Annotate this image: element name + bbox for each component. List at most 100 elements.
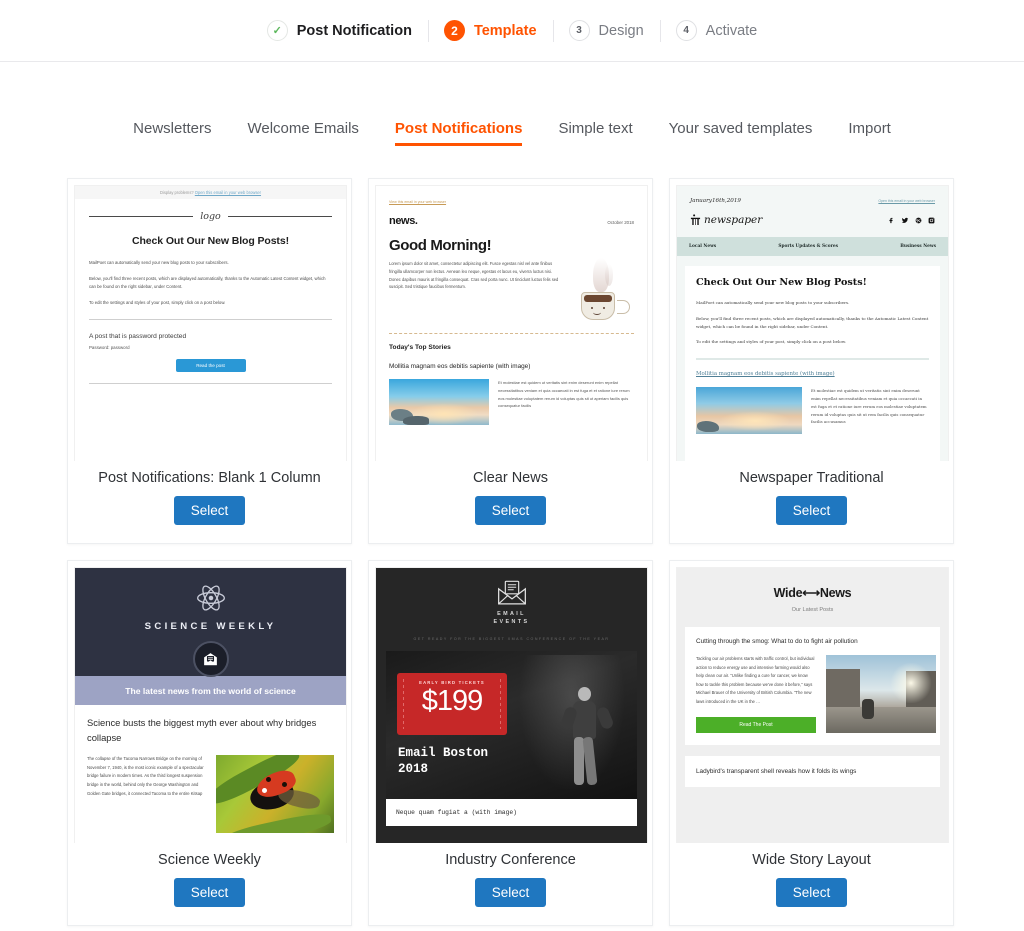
select-button-clear-news[interactable]: Select — [474, 496, 547, 525]
select-button-industry-conference[interactable]: Select — [474, 878, 547, 907]
preview-brand: SCIENCE WEEKLY — [144, 621, 277, 632]
template-card-footer: Science Weekly Select — [68, 843, 351, 925]
preview-post-title: A post that is password protected — [89, 332, 187, 340]
template-preview-newspaper-traditional: January16th,2019 Open this email in your… — [676, 185, 949, 461]
template-thumbnail-wrap[interactable]: January16th,2019 Open this email in your… — [670, 179, 953, 461]
preview-subtitle: Our Latest Posts — [791, 607, 834, 613]
nav-item-local-news[interactable]: Local News — [689, 244, 716, 249]
preview-paragraph-3: To edit the settings and styles of your … — [696, 339, 847, 345]
preview-divider — [89, 318, 332, 320]
preview-nav-bar: Local News Sports Updates & Scores Busin… — [677, 237, 948, 256]
preview-password-line: Password: password — [89, 344, 130, 350]
preview-section-title: Today's Top Stories — [389, 344, 451, 351]
template-grid: Display problems? Open this email in you… — [67, 178, 957, 926]
preview-logo-row: logo — [89, 211, 332, 222]
preview-story2-title: Ladybird's transparent shell reveals how… — [696, 768, 857, 775]
preview-tagline: GET READY FOR THE BIGGEST XMAS CONFERENC… — [413, 636, 610, 641]
wizard-step-post-notification[interactable]: ✓ Post Notification — [251, 20, 428, 41]
template-card-science-weekly[interactable]: SCIENCE WEEKLY The latest news from the … — [67, 560, 352, 926]
preview-divider — [696, 358, 929, 361]
wizard-steps: ✓ Post Notification 2 Template 3 Design … — [251, 20, 774, 41]
tab-welcome-emails[interactable]: Welcome Emails — [248, 120, 359, 146]
dribbble-icon[interactable] — [915, 217, 922, 224]
nav-item-business-news[interactable]: Business News — [900, 244, 936, 249]
template-thumbnail-wrap[interactable]: View this email in your web browser news… — [369, 179, 652, 461]
template-card-footer: Newspaper Traditional Select — [670, 461, 953, 543]
template-card-clear-news[interactable]: View this email in your web browser news… — [368, 178, 653, 544]
select-button-wide-story-layout[interactable]: Select — [775, 878, 848, 907]
tab-newsletters[interactable]: Newsletters — [133, 120, 211, 146]
preview-heading: Good Morning! — [389, 237, 492, 254]
preview-story1-body: Tackling our air problems starts with tr… — [696, 656, 815, 705]
browser-link[interactable]: View this email in your web browser — [389, 200, 634, 204]
template-preview-blank-1-column: Display problems? Open this email in you… — [74, 185, 347, 461]
preview-date: January16th,2019 — [690, 198, 741, 204]
preview-brand: Wide⟷News — [677, 585, 948, 600]
instagram-icon[interactable] — [928, 217, 935, 224]
template-title: Science Weekly — [158, 852, 261, 868]
facebook-icon[interactable] — [888, 217, 895, 224]
template-card-footer: Industry Conference Select — [369, 843, 652, 925]
preview-paragraph-3: To edit the settings and styles of your … — [89, 299, 226, 305]
brand-left: Wide — [773, 586, 803, 600]
preview-paragraph-2: Below, you'll find three recent posts, w… — [89, 275, 326, 289]
step-label-activate: Activate — [705, 22, 758, 39]
newsletter-badge-icon — [192, 641, 229, 677]
preview-read-post-button: Read the post — [175, 358, 246, 372]
template-card-footer: Wide Story Layout Select — [670, 843, 953, 925]
preview-story-link[interactable]: Mollitia magnam eos debitis sapiente (wi… — [696, 371, 929, 377]
template-card-industry-conference[interactable]: EMAIL EVENTS GET READY FOR THE BIGGEST X… — [368, 560, 653, 926]
select-button-newspaper-traditional[interactable]: Select — [775, 496, 848, 525]
preview-date: October 2018 — [607, 220, 634, 225]
preview-lead-text: Lorem ipsum dolor sit amet, consectetur … — [389, 261, 559, 290]
twitter-icon[interactable] — [901, 217, 909, 224]
select-button-blank-1-column[interactable]: Select — [173, 496, 246, 525]
preview-social-icons — [888, 217, 935, 224]
logo-text: logo — [200, 211, 221, 222]
speaker-silhouette — [559, 686, 615, 791]
nav-item-sports-updates[interactable]: Sports Updates & Scores — [778, 244, 838, 249]
browser-link[interactable]: Open this email in your web browser — [878, 199, 935, 203]
step-number-2: 2 — [443, 20, 465, 41]
brand-arrow-icon: ⟷ — [802, 586, 820, 600]
preview-caption: Neque quam fugiat a (with image) — [386, 798, 637, 826]
preview-story-image — [389, 379, 489, 425]
coffee-cup-illustration — [568, 258, 634, 324]
template-thumbnail-wrap[interactable]: Display problems? Open this email in you… — [68, 179, 351, 461]
template-card-newspaper-traditional[interactable]: January16th,2019 Open this email in your… — [669, 178, 954, 544]
early-bird-ticket: EARLY BIRD TICKETS $199 — [397, 672, 507, 735]
template-preview-clear-news: View this email in your web browser news… — [375, 185, 648, 461]
tab-post-notifications[interactable]: Post Notifications — [394, 120, 522, 146]
template-card-wide-story-layout[interactable]: Wide⟷News Our Latest Posts Cutting throu… — [669, 560, 954, 926]
preview-brand: newspaper — [704, 214, 763, 226]
tab-simple-text[interactable]: Simple text — [558, 120, 632, 146]
preview-body: The collapse of the Tacoma Narrows Bridg… — [87, 756, 204, 796]
preview-story1-title: Cutting through the smog: What to do to … — [696, 638, 858, 645]
template-thumbnail-wrap[interactable]: SCIENCE WEEKLY The latest news from the … — [68, 561, 351, 843]
template-thumbnail-wrap[interactable]: EMAIL EVENTS GET READY FOR THE BIGGEST X… — [369, 561, 652, 843]
wizard-step-design[interactable]: 3 Design — [553, 20, 660, 41]
display-problems-text: Display problems? — [159, 190, 194, 195]
preview-brand-line1: EMAIL — [497, 611, 526, 617]
preview-brand-row: news. October 2018 — [389, 215, 634, 227]
template-thumbnail-wrap[interactable]: Wide⟷News Our Latest Posts Cutting throu… — [670, 561, 953, 843]
template-card-blank-1-column[interactable]: Display problems? Open this email in you… — [67, 178, 352, 544]
wizard-step-activate[interactable]: 4 Activate — [660, 20, 774, 41]
logo-rule-right — [227, 216, 332, 217]
template-card-footer: Clear News Select — [369, 461, 652, 543]
preview-story-body: Et molestiae est quidem ut veritatis sin… — [811, 388, 927, 425]
tab-your-saved-templates[interactable]: Your saved templates — [669, 120, 813, 146]
email-envelope-icon — [497, 580, 526, 605]
template-title: Clear News — [473, 470, 548, 486]
template-title: Wide Story Layout — [752, 852, 871, 868]
template-card-footer: Post Notifications: Blank 1 Column Selec… — [68, 461, 351, 543]
preview-paragraph-1: MailPoet can automatically send your new… — [89, 260, 229, 265]
step-number-3: 3 — [568, 20, 590, 41]
browser-link[interactable]: Open this email in your web browser — [195, 190, 261, 195]
tab-import[interactable]: Import — [848, 120, 891, 146]
select-button-science-weekly[interactable]: Select — [173, 878, 246, 907]
preview-divider-2 — [89, 382, 332, 384]
newspaper-mark-icon — [690, 214, 701, 226]
preview-ladybird-image — [216, 755, 334, 834]
wizard-step-template[interactable]: 2 Template — [428, 20, 553, 41]
